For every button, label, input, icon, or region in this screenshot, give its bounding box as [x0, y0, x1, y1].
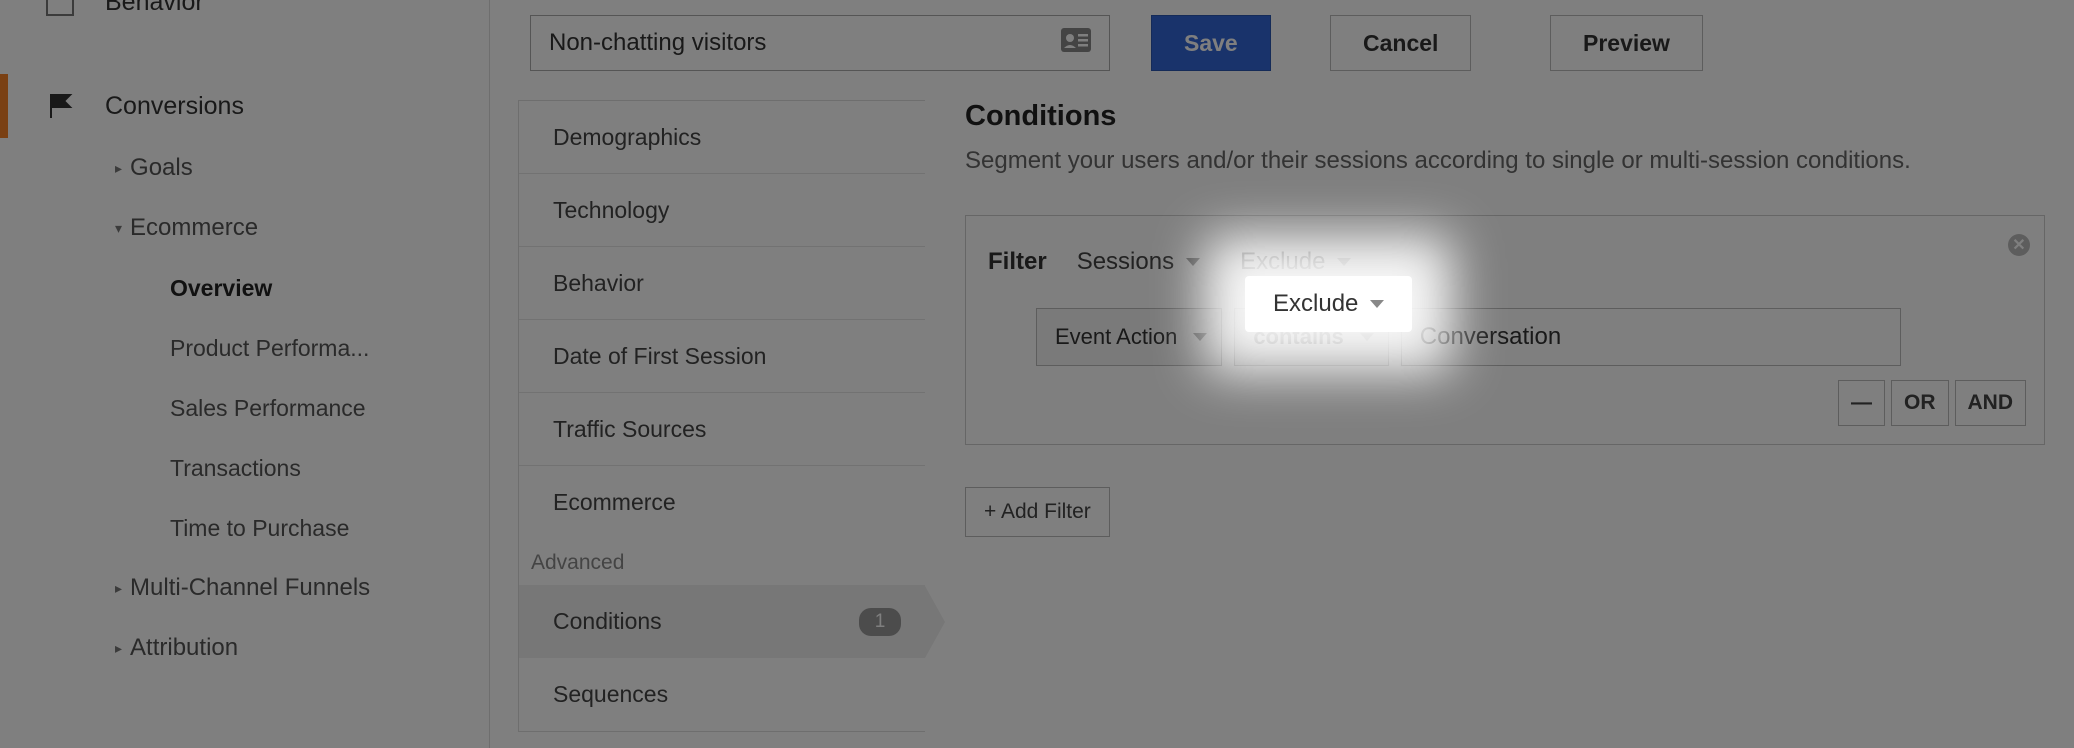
conditions-title: Conditions: [965, 100, 2058, 133]
sidebar-item-label: Multi-Channel Funnels: [130, 574, 370, 602]
sidebar-item-label: Time to Purchase: [170, 515, 349, 542]
segment-category-conditions[interactable]: Conditions 1: [519, 585, 925, 658]
segment-name-value: Non-chatting visitors: [549, 29, 766, 57]
segment-category-label: Ecommerce: [553, 489, 676, 516]
segment-category-label: Technology: [553, 197, 669, 224]
conditions-count-badge: 1: [859, 608, 901, 636]
sidebar-item-label: Overview: [170, 275, 272, 302]
add-filter-button[interactable]: + Add Filter: [965, 487, 1110, 537]
segment-category-list: Demographics Technology Behavior Date of…: [518, 100, 925, 732]
segment-category-behavior[interactable]: Behavior: [519, 247, 925, 320]
segment-category-ecommerce[interactable]: Ecommerce: [519, 466, 925, 539]
conditions-description: Segment your users and/or their sessions…: [965, 147, 2058, 175]
remove-condition-button[interactable]: —: [1838, 380, 1885, 426]
sidebar-item-label: Conversions: [105, 92, 244, 121]
flag-icon: [45, 91, 75, 121]
dimension-label: Event Action: [1055, 324, 1177, 350]
sidebar-item-goals[interactable]: Goals: [0, 138, 489, 198]
sidebar-item-product-performance[interactable]: Product Performa...: [0, 318, 489, 378]
cancel-button[interactable]: Cancel: [1330, 15, 1471, 71]
segment-name-input[interactable]: Non-chatting visitors: [530, 15, 1110, 71]
sidebar-item-label: Ecommerce: [130, 214, 258, 242]
condition-value-text: Conversation: [1420, 323, 1561, 351]
segment-category-label: Conditions: [553, 608, 662, 635]
segment-category-label: Sequences: [553, 681, 668, 708]
include-exclude-value: Exclude: [1240, 248, 1325, 276]
segment-advanced-header: Advanced: [519, 539, 925, 585]
and-button[interactable]: AND: [1955, 380, 2027, 426]
segment-category-traffic-sources[interactable]: Traffic Sources: [519, 393, 925, 466]
remove-filter-button[interactable]: ✕: [2008, 234, 2030, 256]
include-exclude-value: Exclude: [1273, 290, 1358, 318]
segment-category-sequences[interactable]: Sequences: [519, 658, 925, 731]
scope-dropdown[interactable]: Sessions: [1073, 242, 1204, 282]
include-exclude-dropdown-spotlight[interactable]: Exclude: [1245, 276, 1412, 332]
contact-card-icon: [1061, 28, 1091, 59]
sidebar-item-label: Goals: [130, 154, 193, 182]
chevron-down-icon: [1193, 333, 1207, 341]
segment-category-label: Demographics: [553, 124, 701, 151]
sidebar-item-time-to-purchase[interactable]: Time to Purchase: [0, 498, 489, 558]
dimension-dropdown[interactable]: Event Action: [1036, 308, 1222, 366]
scope-value: Sessions: [1077, 248, 1174, 276]
filter-box: ✕ Filter Sessions Exclude Event Action c…: [965, 215, 2045, 445]
condition-ops: — OR AND: [988, 380, 2026, 426]
segment-category-label: Behavior: [553, 270, 644, 297]
filter-row-condition: Event Action contains Conversation: [1036, 308, 2026, 366]
sidebar-item-label: Sales Performance: [170, 395, 366, 422]
segment-category-technology[interactable]: Technology: [519, 174, 925, 247]
sidebar-item-sales-performance[interactable]: Sales Performance: [0, 378, 489, 438]
segment-category-label: Date of First Session: [553, 343, 766, 370]
sidebar-item-label: Transactions: [170, 455, 301, 482]
save-button[interactable]: Save: [1151, 15, 1271, 71]
chevron-down-icon: [1360, 333, 1374, 341]
sidebar-item-transactions[interactable]: Transactions: [0, 438, 489, 498]
sidebar-item-behavior[interactable]: Behavior: [0, 0, 489, 34]
sidebar-item-conversions[interactable]: Conversions: [0, 74, 489, 138]
sidebar-item-overview[interactable]: Overview: [0, 258, 489, 318]
sidebar-item-multi-channel-funnels[interactable]: Multi-Channel Funnels: [0, 558, 489, 618]
segment-category-date-of-first-session[interactable]: Date of First Session: [519, 320, 925, 393]
chevron-down-icon: [1186, 258, 1200, 266]
condition-value-input[interactable]: Conversation: [1401, 308, 1901, 366]
segment-category-label: Traffic Sources: [553, 416, 706, 443]
sidebar-item-ecommerce[interactable]: Ecommerce: [0, 198, 489, 258]
preview-button[interactable]: Preview: [1550, 15, 1703, 71]
chevron-down-icon: [1370, 300, 1384, 308]
segment-category-demographics[interactable]: Demographics: [519, 101, 925, 174]
sidebar-item-label: Behavior: [105, 0, 204, 17]
sidebar-item-label: Attribution: [130, 634, 238, 662]
chevron-down-icon: [1337, 258, 1351, 266]
behavior-icon: [45, 0, 75, 17]
sidebar-item-label: Product Performa...: [170, 335, 369, 362]
filter-row-scope: Filter Sessions Exclude: [988, 238, 2026, 286]
segment-builder-sidebar: Non-chatting visitors Demographics Techn…: [530, 0, 930, 748]
sidebar-item-attribution[interactable]: Attribution: [0, 618, 489, 678]
left-nav: Behavior Conversions Goals Ecommerce Ove…: [0, 0, 490, 748]
conditions-panel: Conditions Segment your users and/or the…: [965, 100, 2074, 537]
filter-label: Filter: [988, 248, 1047, 276]
or-button[interactable]: OR: [1891, 380, 1949, 426]
